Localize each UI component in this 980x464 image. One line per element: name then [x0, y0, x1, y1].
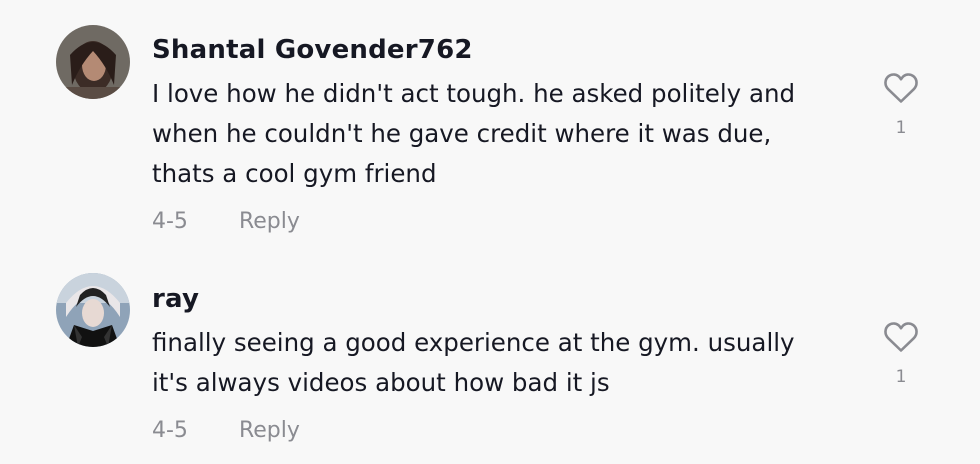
comment-meta: 4-5 Reply [152, 418, 300, 443]
avatar-photo [56, 25, 130, 99]
like-control: 1 [880, 321, 922, 387]
like-control: 1 [880, 72, 922, 138]
avatar[interactable] [56, 273, 130, 347]
like-count: 1 [895, 367, 907, 387]
comment-text: I love how he didn't act tough. he asked… [152, 74, 852, 194]
like-count: 1 [895, 118, 907, 138]
comment-text-line: when he couldn't he gave credit where it… [152, 119, 772, 148]
heart-outline-icon[interactable] [883, 321, 919, 353]
comment-date: 4-5 [152, 209, 188, 234]
reply-button[interactable]: Reply [239, 418, 300, 443]
comment-username[interactable]: ray [152, 284, 199, 314]
heart-outline-icon[interactable] [883, 72, 919, 104]
reply-button[interactable]: Reply [239, 209, 300, 234]
comment-text-line: thats a cool gym friend [152, 159, 437, 188]
comment-username[interactable]: Shantal Govender762 [152, 35, 473, 65]
avatar[interactable] [56, 25, 130, 99]
comment-text: finally seeing a good experience at the … [152, 323, 852, 403]
comment-date: 4-5 [152, 418, 188, 443]
comment-text-line: I love how he didn't act tough. he asked… [152, 79, 796, 108]
comment-text-line: it's always videos about how bad it js [152, 368, 610, 397]
avatar-photo [56, 273, 130, 347]
comment-meta: 4-5 Reply [152, 209, 300, 234]
comment-text-line: finally seeing a good experience at the … [152, 328, 795, 357]
